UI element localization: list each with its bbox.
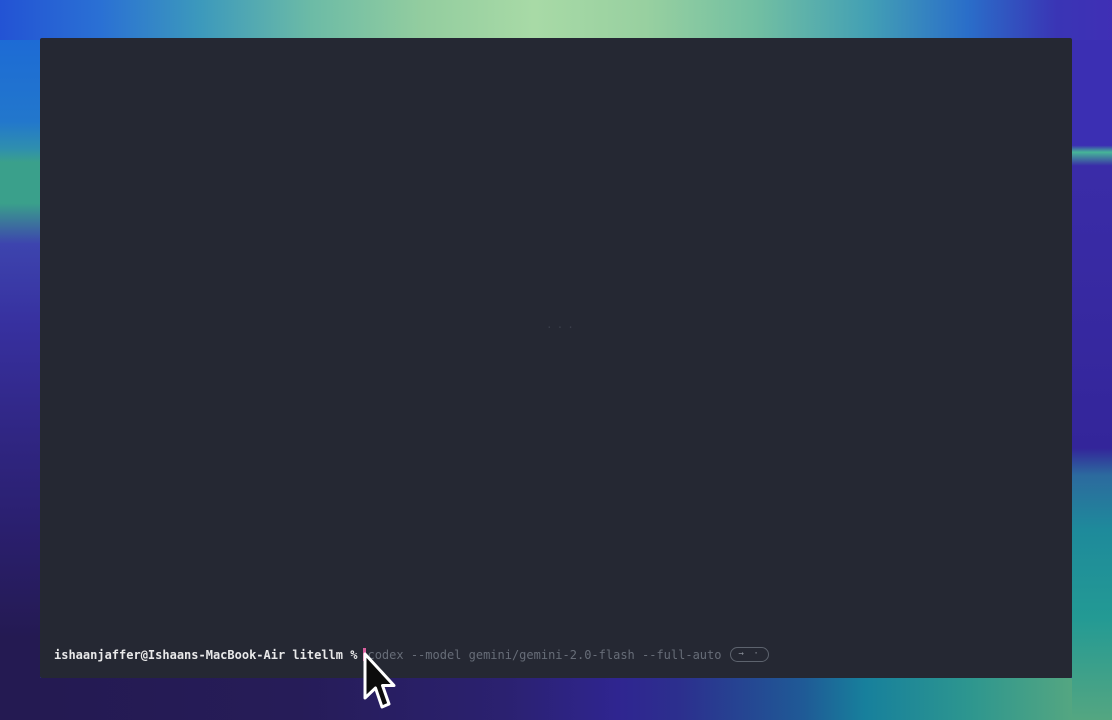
wallpaper-right-band — [1072, 40, 1112, 720]
loading-dots: ··· — [546, 321, 578, 334]
wallpaper-bottom-band — [40, 678, 1072, 720]
wallpaper-left-band — [0, 40, 40, 720]
terminal-window[interactable]: ··· ishaanjaffer@Ishaans-MacBook-Air lit… — [40, 38, 1072, 678]
prompt-symbol: % — [350, 648, 357, 662]
prompt-user-host: ishaanjaffer@Ishaans-MacBook-Air — [54, 648, 285, 662]
command-suggestion: codex --model gemini/gemini-2.0-flash --… — [367, 648, 721, 662]
prompt-directory: litellm — [292, 648, 343, 662]
accept-suggestion-key-hint: → · — [730, 647, 768, 662]
shell-prompt-line[interactable]: ishaanjaffer@Ishaans-MacBook-Air litellm… — [54, 646, 769, 663]
wallpaper-top-band — [0, 0, 1112, 40]
desktop: ··· ishaanjaffer@Ishaans-MacBook-Air lit… — [0, 0, 1112, 720]
text-caret — [363, 648, 366, 661]
